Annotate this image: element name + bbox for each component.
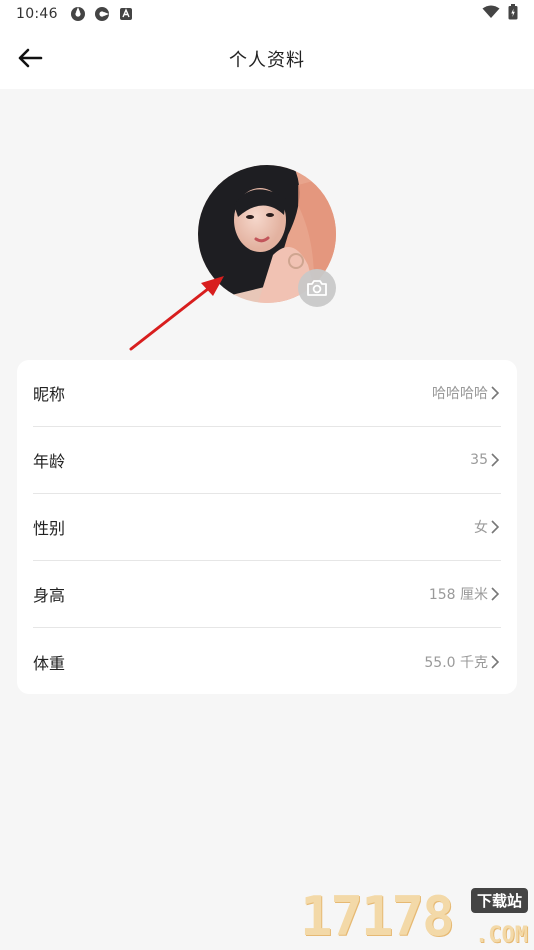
battery-icon (508, 4, 518, 24)
app-icon-2 (94, 6, 110, 22)
row-nickname[interactable]: 昵称 哈哈哈哈 (33, 360, 501, 427)
app-bar: 个人资料 (0, 28, 534, 89)
row-label: 年龄 (33, 452, 66, 471)
app-icon-1 (70, 6, 86, 22)
status-time: 10:46 (16, 6, 58, 22)
row-label: 昵称 (33, 385, 66, 404)
row-value: 55.0 千克 (424, 654, 488, 671)
watermark-domain: .COM (475, 923, 528, 948)
status-bar: 10:46 (0, 0, 534, 28)
row-weight[interactable]: 体重 55.0 千克 (33, 628, 501, 695)
chevron-right-icon (491, 452, 501, 468)
row-value: 女 (474, 520, 488, 536)
notification-icon (118, 6, 134, 22)
camera-icon (307, 280, 327, 296)
watermark-number: 17178 (300, 885, 455, 948)
chevron-right-icon (491, 586, 501, 602)
row-value: 35 (470, 452, 488, 468)
row-label: 体重 (33, 653, 66, 673)
watermark-badge: 下载站 (470, 888, 528, 913)
annotation-arrow (129, 276, 224, 351)
chevron-right-icon (491, 519, 501, 535)
row-value: 哈哈哈哈 (432, 386, 488, 402)
row-value: 158 厘米 (428, 587, 488, 603)
row-label: 身高 (33, 586, 66, 605)
row-age[interactable]: 年龄 35 (33, 427, 501, 494)
row-label: 性别 (33, 519, 66, 538)
back-button[interactable] (14, 44, 46, 72)
arrow-left-icon (18, 48, 43, 68)
profile-card: 昵称 哈哈哈哈 年龄 35 性别 女 身高 158 厘米 体重 55.0 千克 (17, 360, 517, 694)
change-photo-button[interactable] (298, 269, 336, 307)
row-gender[interactable]: 性别 女 (33, 494, 501, 561)
row-height[interactable]: 身高 158 厘米 (33, 561, 501, 628)
chevron-right-icon (491, 654, 501, 670)
chevron-right-icon (491, 385, 501, 401)
site-watermark: 17178 下载站 .COM (300, 885, 530, 948)
wifi-icon (482, 5, 500, 23)
page-title: 个人资料 (229, 49, 305, 71)
